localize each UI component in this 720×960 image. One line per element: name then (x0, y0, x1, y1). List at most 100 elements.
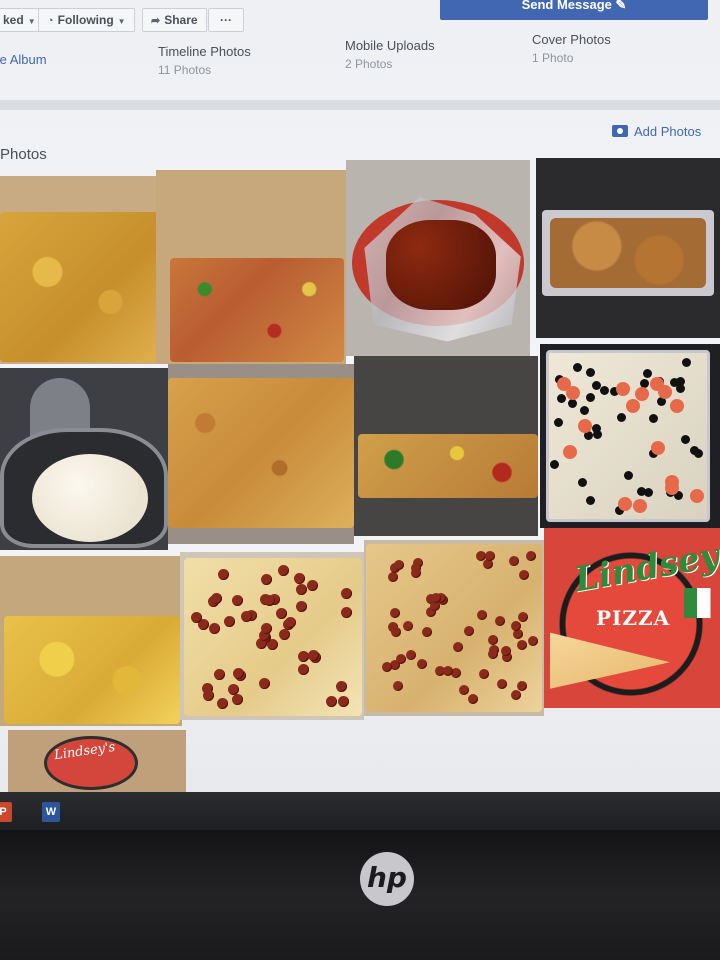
pepperoni (297, 651, 309, 663)
photos-header: Photos Add Photos (0, 116, 720, 163)
pepperoni (325, 695, 337, 707)
tab-count: 11 Photos (158, 63, 212, 77)
pizza-image (358, 434, 538, 498)
photo-tile[interactable] (0, 176, 160, 364)
pepperoni (296, 583, 308, 595)
pepperoni (278, 629, 290, 641)
pepperoni (340, 606, 352, 618)
pepperoni (264, 594, 276, 606)
tab-title: Mobile Uploads (345, 38, 435, 53)
pepperoni (517, 611, 528, 622)
more-label: ··· (220, 13, 232, 27)
photo-tile[interactable]: Lindsey's (8, 730, 186, 796)
wings-image (386, 220, 496, 310)
tomato-slice (664, 475, 679, 490)
dough-image (32, 454, 148, 542)
pepperoni (393, 559, 404, 570)
following-label: Following (57, 13, 114, 27)
tomato-slice (634, 386, 649, 401)
pepperoni (494, 615, 505, 626)
tomato-slice (565, 386, 580, 401)
hp-logo: hp (360, 852, 414, 906)
wedges-image (550, 218, 706, 288)
pepperoni (259, 677, 271, 689)
pizza-image (4, 616, 180, 724)
taskbar: P W (0, 792, 720, 830)
photo-tile[interactable] (0, 368, 168, 550)
photo-tile[interactable] (168, 364, 354, 544)
pepperoni (390, 627, 401, 638)
page-action-bar: ked ▼ ◔ Following ▼ ➦ Share ··· Send Message… (0, 0, 720, 36)
powerpoint-icon[interactable]: P (0, 802, 12, 822)
word-icon[interactable]: W (42, 802, 60, 822)
photo-tile[interactable] (364, 540, 544, 716)
photo-tile[interactable] (0, 556, 182, 726)
pepperoni (463, 625, 474, 636)
pepperoni (231, 594, 243, 606)
pepperoni (405, 649, 416, 660)
pepperoni (191, 611, 203, 623)
pepperoni (416, 658, 427, 669)
pepperoni (525, 551, 536, 562)
send-message-label: Send Message (521, 0, 612, 12)
share-button[interactable]: ➦ Share (142, 8, 207, 32)
tab-mobile-uploads[interactable]: Mobile Uploads 2 Photos (345, 38, 435, 71)
pepperoni (217, 568, 229, 580)
tab-create-album[interactable]: te Album (0, 52, 47, 67)
photo-tile[interactable]: Lindsey PIZZA (544, 528, 720, 708)
pepperoni (296, 600, 308, 612)
photo-tile[interactable] (346, 160, 530, 356)
tomato-slice (625, 398, 640, 413)
chevron-down-icon: ▼ (117, 17, 126, 26)
pepperoni (431, 592, 442, 603)
tab-cover-photos[interactable]: Cover Photos 1 Photo (532, 32, 611, 65)
logo-sub-text: PIZZA (596, 606, 671, 630)
tomato-slice (562, 445, 577, 460)
liked-label: ked (3, 13, 24, 27)
pepperoni (528, 635, 539, 646)
photo-tile[interactable] (540, 344, 720, 528)
photo-tile[interactable] (180, 552, 364, 720)
photo-tile[interactable] (536, 158, 720, 338)
tomato-slice (657, 384, 672, 399)
olive (689, 446, 699, 456)
pepperoni (214, 668, 226, 680)
pepperoni (411, 567, 422, 578)
flag-stripe (684, 588, 720, 618)
olive (572, 363, 582, 373)
tab-title: te Album (0, 52, 47, 67)
tab-count: 2 Photos (345, 57, 393, 71)
camera-icon (612, 125, 628, 137)
tomato-slice (633, 498, 648, 513)
more-options-button[interactable]: ··· (208, 8, 244, 32)
olive (623, 470, 633, 480)
olive (553, 418, 563, 428)
photos-title: Photos (0, 146, 47, 163)
pepperoni (392, 681, 403, 692)
pepperoni (232, 667, 244, 679)
pepperoni (293, 572, 305, 584)
send-message-button[interactable]: Send Message ✎ (440, 0, 708, 20)
tomato-slice (670, 398, 685, 413)
pepperoni (453, 641, 464, 652)
olive (579, 406, 589, 415)
section-divider (0, 100, 720, 110)
tomato-slice (615, 381, 630, 396)
olive (599, 385, 609, 395)
olive (681, 358, 691, 368)
tomato-slice (650, 441, 665, 456)
add-photos-link[interactable]: Add Photos (612, 124, 701, 139)
photo-tile[interactable] (156, 170, 346, 364)
pepperoni (261, 622, 273, 634)
tab-timeline-photos[interactable]: Timeline Photos 11 Photos (158, 44, 251, 77)
add-photos-label: Add Photos (634, 124, 702, 139)
pepperoni (389, 607, 400, 618)
tab-title: Timeline Photos (158, 44, 251, 59)
pepperoni (517, 639, 527, 650)
tomato-slice (690, 488, 705, 503)
tab-title: Cover Photos (532, 32, 611, 47)
photo-tile[interactable] (354, 356, 538, 536)
pepperoni (387, 571, 398, 582)
following-button[interactable]: ◔ Following ▼ (38, 8, 135, 32)
pepperoni (202, 689, 214, 701)
